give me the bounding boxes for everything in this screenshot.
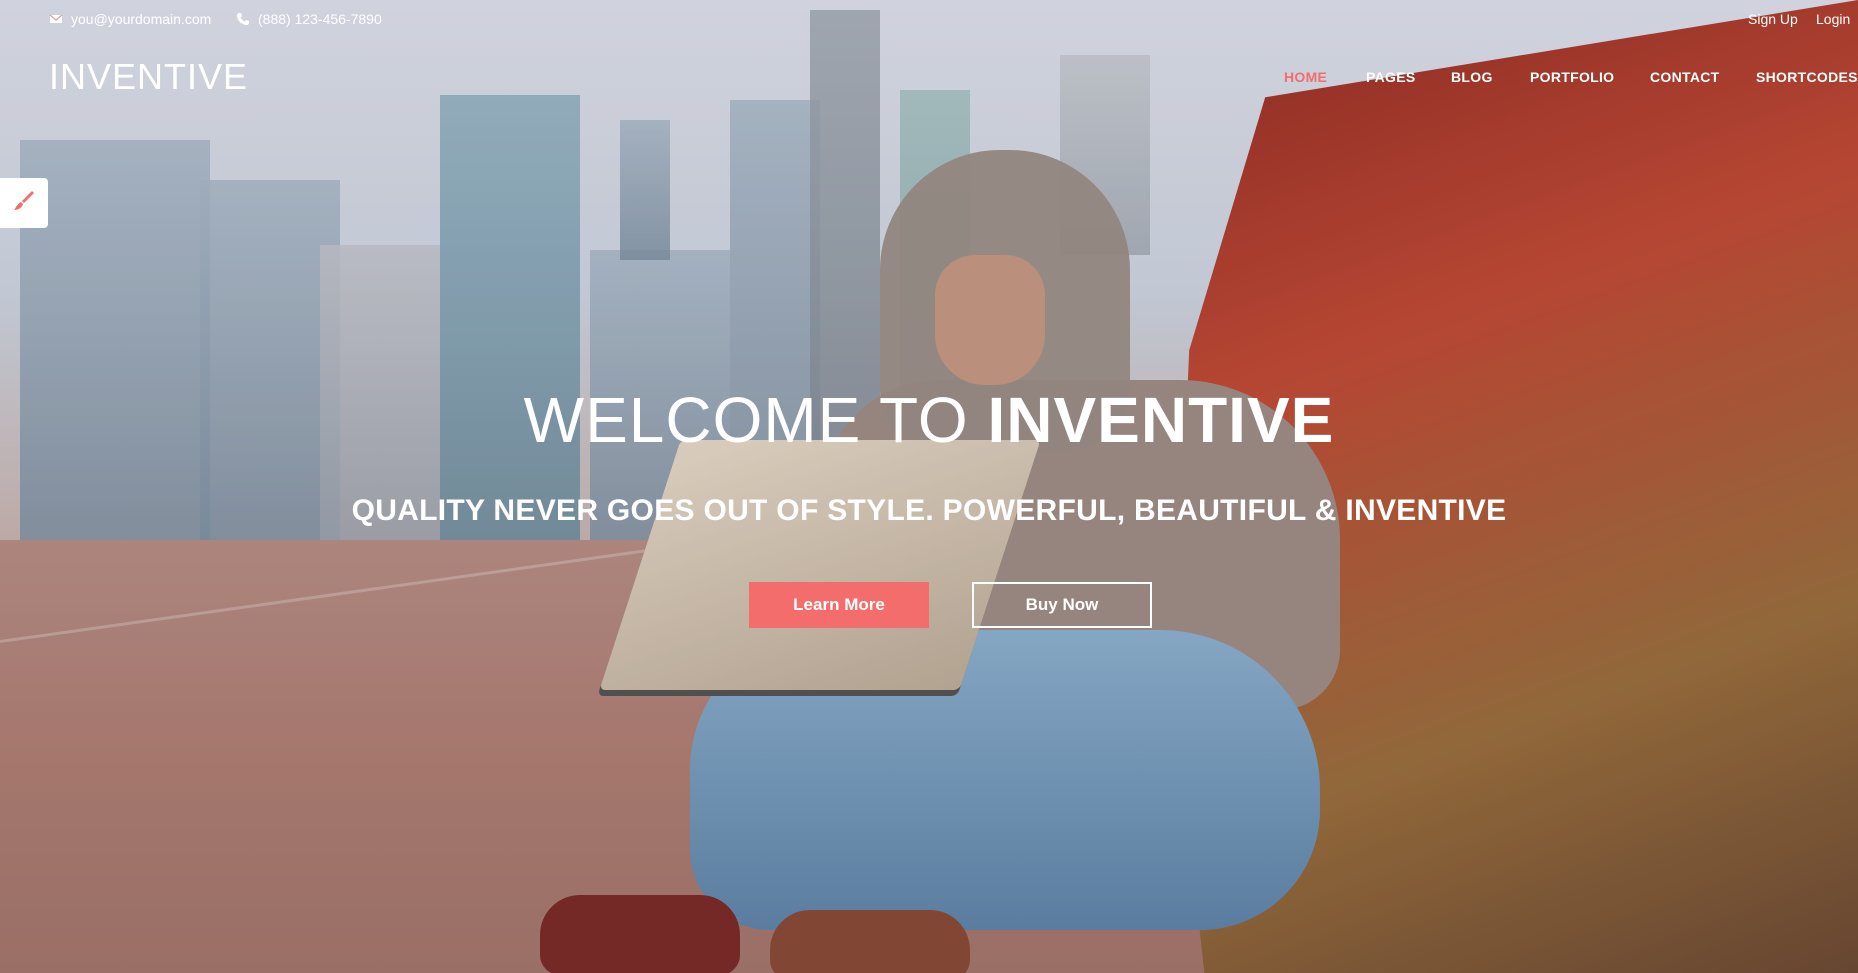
hero-background (0, 0, 1858, 973)
site-logo[interactable]: INVENTIVE (49, 56, 248, 98)
phone-text: (888) 123-456-7890 (258, 11, 382, 27)
envelope-icon (49, 12, 63, 26)
paintbrush-icon (12, 189, 36, 218)
contact-email[interactable]: you@yourdomain.com (49, 11, 211, 27)
buy-now-button[interactable]: Buy Now (972, 582, 1152, 628)
nav-item-contact[interactable]: CONTACT (1650, 69, 1720, 85)
nav-item-blog[interactable]: BLOG (1451, 69, 1493, 85)
hero-title-bold: INVENTIVE (987, 384, 1335, 456)
hero-title-thin: WELCOME TO (523, 384, 969, 456)
top-bar: you@yourdomain.com (888) 123-456-7890 Si… (0, 0, 1858, 38)
nav-item-home[interactable]: HOME (1284, 69, 1327, 85)
login-link[interactable]: Login (1816, 11, 1850, 27)
signup-link[interactable]: Sign Up (1748, 11, 1798, 27)
email-text: you@yourdomain.com (71, 11, 212, 27)
hero-overlay (0, 0, 1858, 973)
nav-item-pages[interactable]: PAGES (1366, 69, 1415, 85)
hero-subtitle: QUALITY NEVER GOES OUT OF STYLE. POWERFU… (351, 494, 1507, 527)
learn-more-button[interactable]: Learn More (749, 582, 929, 628)
phone-icon (236, 12, 250, 26)
hero-title: WELCOME TO INVENTIVE (0, 382, 1858, 459)
nav-item-shortcodes[interactable]: SHORTCODES (1756, 69, 1858, 85)
nav-item-portfolio[interactable]: PORTFOLIO (1530, 69, 1614, 85)
style-switcher-toggle[interactable] (0, 178, 48, 228)
contact-phone[interactable]: (888) 123-456-7890 (236, 11, 382, 27)
